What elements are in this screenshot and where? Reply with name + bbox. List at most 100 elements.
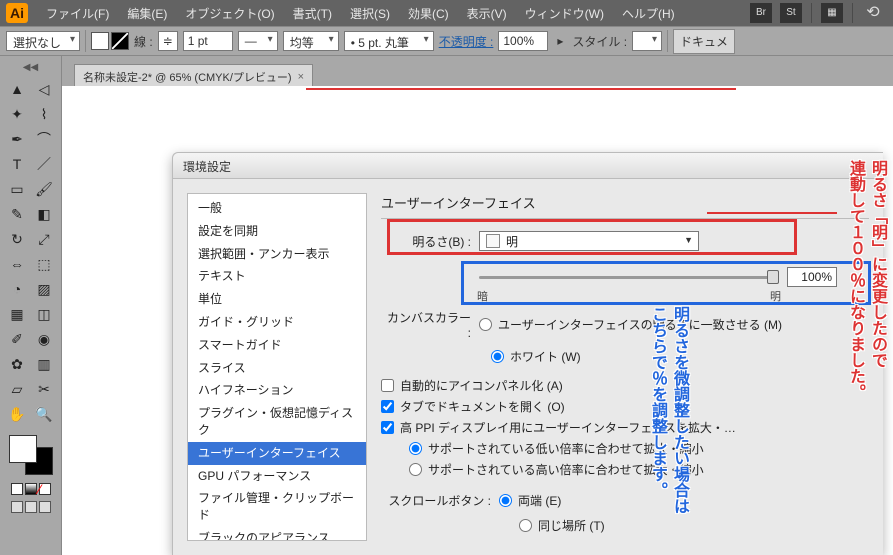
menu-edit[interactable]: 編集(E) — [119, 1, 175, 26]
menu-select[interactable]: 選択(S) — [342, 1, 398, 26]
draw-normal-icon[interactable] — [11, 501, 23, 513]
blend-tool[interactable]: ◉ — [32, 328, 56, 350]
arrange-icon[interactable]: ▦ — [821, 3, 843, 23]
zoom-tool[interactable]: 🔍 — [32, 403, 56, 425]
slider-thumb[interactable] — [767, 270, 779, 284]
menu-effect[interactable]: 効果(C) — [400, 1, 457, 26]
opacity-label[interactable]: 不透明度 : — [439, 33, 494, 50]
draw-behind-icon[interactable] — [25, 501, 37, 513]
style-label: スタイル : — [572, 33, 627, 50]
hippi-low-radio[interactable]: サポートされている低い倍率に合わせて拡大・縮小 — [409, 440, 869, 457]
open-tabs-check[interactable]: タブでドキュメントを開く (O) — [381, 398, 869, 415]
style-select[interactable] — [632, 31, 662, 51]
symbol-sprayer-tool[interactable]: ✿ — [5, 353, 29, 375]
canvas-color-label: カンバスカラー : — [381, 309, 471, 340]
artboard-tool[interactable]: ▱ — [5, 378, 29, 400]
hippi-high-radio[interactable]: サポートされている高い倍率に合わせて拡大・縮小 — [409, 461, 869, 478]
brightness-slider[interactable]: 暗 明 — [479, 268, 779, 286]
scale-tool[interactable]: ⤢ — [32, 228, 56, 250]
eraser-tool[interactable]: ◧ — [32, 203, 56, 225]
section-title: ユーザーインターフェイス — [381, 193, 869, 219]
auto-iconize-check[interactable]: 自動的にアイコンパネル化 (A) — [381, 377, 869, 394]
sync-icon[interactable]: ⟲ — [862, 3, 884, 23]
slice-tool[interactable]: ✂ — [32, 378, 56, 400]
cat-text[interactable]: テキスト — [188, 265, 366, 288]
hand-tool[interactable]: ✋ — [5, 403, 29, 425]
cat-smart-guides[interactable]: スマートガイド — [188, 334, 366, 357]
opacity-field[interactable]: 100% — [498, 31, 548, 51]
cat-general[interactable]: 一般 — [188, 197, 366, 220]
cat-sync[interactable]: 設定を同期 — [188, 220, 366, 243]
color-picker[interactable] — [9, 435, 53, 475]
doc-setup-button[interactable]: ドキュメ — [673, 29, 735, 54]
menu-file[interactable]: ファイル(F) — [38, 1, 117, 26]
stock-icon[interactable]: St — [780, 3, 802, 23]
paintbrush-tool[interactable]: 🖌 — [32, 178, 56, 200]
fill-stroke-swatches[interactable] — [91, 32, 129, 50]
stroke-uniform[interactable]: 均等 — [283, 31, 339, 51]
cat-guides[interactable]: ガイド・グリッド — [188, 311, 366, 334]
cat-slices[interactable]: スライス — [188, 357, 366, 380]
stroke-swatch[interactable] — [111, 32, 129, 50]
brightness-dropdown[interactable]: 明 — [479, 231, 699, 251]
free-transform-tool[interactable]: ⬚ — [32, 253, 56, 275]
cat-gpu[interactable]: GPU パフォーマンス — [188, 465, 366, 488]
stroke-width-field[interactable]: 1 pt — [183, 31, 233, 51]
curvature-tool[interactable]: ⌒ — [32, 128, 56, 150]
hippi-check[interactable]: 高 PPI ディスプレイ用にユーザーインターフェイスを拡大・… — [381, 419, 869, 436]
menu-window[interactable]: ウィンドウ(W) — [517, 1, 612, 26]
draw-inside-icon[interactable] — [39, 501, 51, 513]
pencil-tool[interactable]: ✎ — [5, 203, 29, 225]
menu-view[interactable]: 表示(V) — [459, 1, 515, 26]
cat-black[interactable]: ブラックのアピアランス — [188, 527, 366, 541]
preferences-category-list[interactable]: 一般 設定を同期 選択範囲・アンカー表示 テキスト 単位 ガイド・グリッド スマ… — [187, 193, 367, 541]
menu-type[interactable]: 書式(T) — [285, 1, 340, 26]
cat-units[interactable]: 単位 — [188, 288, 366, 311]
panel-grabber[interactable]: ◀◀ — [23, 62, 38, 73]
fill-swatch[interactable] — [91, 32, 109, 50]
lasso-tool[interactable]: ⌇ — [32, 103, 56, 125]
eyedropper-tool[interactable]: ✐ — [5, 328, 29, 350]
rotate-tool[interactable]: ↻ — [5, 228, 29, 250]
canvas-match-radio[interactable]: ユーザーインターフェイスの明るさに一致させる (M) — [479, 316, 782, 333]
selection-tool[interactable]: ▲ — [5, 78, 29, 100]
gradient-icon[interactable] — [25, 483, 37, 495]
type-tool[interactable]: T — [5, 153, 29, 175]
opacity-caret[interactable]: ▸ — [553, 34, 567, 48]
color-mode-row: ⁄ — [11, 483, 51, 495]
magic-wand-tool[interactable]: ✦ — [5, 103, 29, 125]
pen-tool[interactable]: ✒ — [5, 128, 29, 150]
shape-builder-tool[interactable]: ◔ — [5, 278, 29, 300]
brush-label: 5 pt. 丸筆 — [358, 36, 409, 50]
line-tool[interactable]: ／ — [32, 153, 56, 175]
solid-icon[interactable] — [11, 483, 23, 495]
stroke-profile[interactable]: — — [238, 31, 278, 51]
brightness-percent-field[interactable]: 100% — [787, 267, 837, 287]
mesh-tool[interactable]: ▦ — [5, 303, 29, 325]
menu-object[interactable]: オブジェクト(O) — [177, 1, 282, 26]
stroke-stepper[interactable]: ≑ — [158, 31, 178, 51]
cat-ui[interactable]: ユーザーインターフェイス — [188, 442, 366, 465]
cat-plugins[interactable]: プラグイン・仮想記憶ディスク — [188, 402, 366, 442]
bridge-icon[interactable]: Br — [750, 3, 772, 23]
scroll-label: スクロールボタン : — [381, 492, 491, 509]
perspective-tool[interactable]: ▨ — [32, 278, 56, 300]
cat-hyphenation[interactable]: ハイフネーション — [188, 379, 366, 402]
brush-select[interactable]: • 5 pt. 丸筆 — [344, 31, 434, 51]
scroll-same-radio[interactable]: 同じ場所 (T) — [519, 517, 869, 534]
cat-file[interactable]: ファイル管理・クリップボード — [188, 487, 366, 527]
cat-selection[interactable]: 選択範囲・アンカー表示 — [188, 243, 366, 266]
tab-close-icon[interactable]: × — [298, 71, 304, 83]
width-tool[interactable]: ⇔ — [5, 253, 29, 275]
draw-modes — [11, 501, 51, 513]
fill-color[interactable] — [9, 435, 37, 463]
canvas-white-label: ホワイト (W) — [510, 348, 581, 365]
selection-dropdown[interactable]: 選択なし — [6, 31, 80, 51]
menu-help[interactable]: ヘルプ(H) — [614, 1, 683, 26]
direct-selection-tool[interactable]: ◁ — [32, 78, 56, 100]
scroll-ends-radio[interactable]: 両端 (E) — [499, 492, 561, 509]
rectangle-tool[interactable]: ▭ — [5, 178, 29, 200]
none-icon[interactable]: ⁄ — [39, 483, 51, 495]
graph-tool[interactable]: ▥ — [32, 353, 56, 375]
gradient-tool[interactable]: ◫ — [32, 303, 56, 325]
